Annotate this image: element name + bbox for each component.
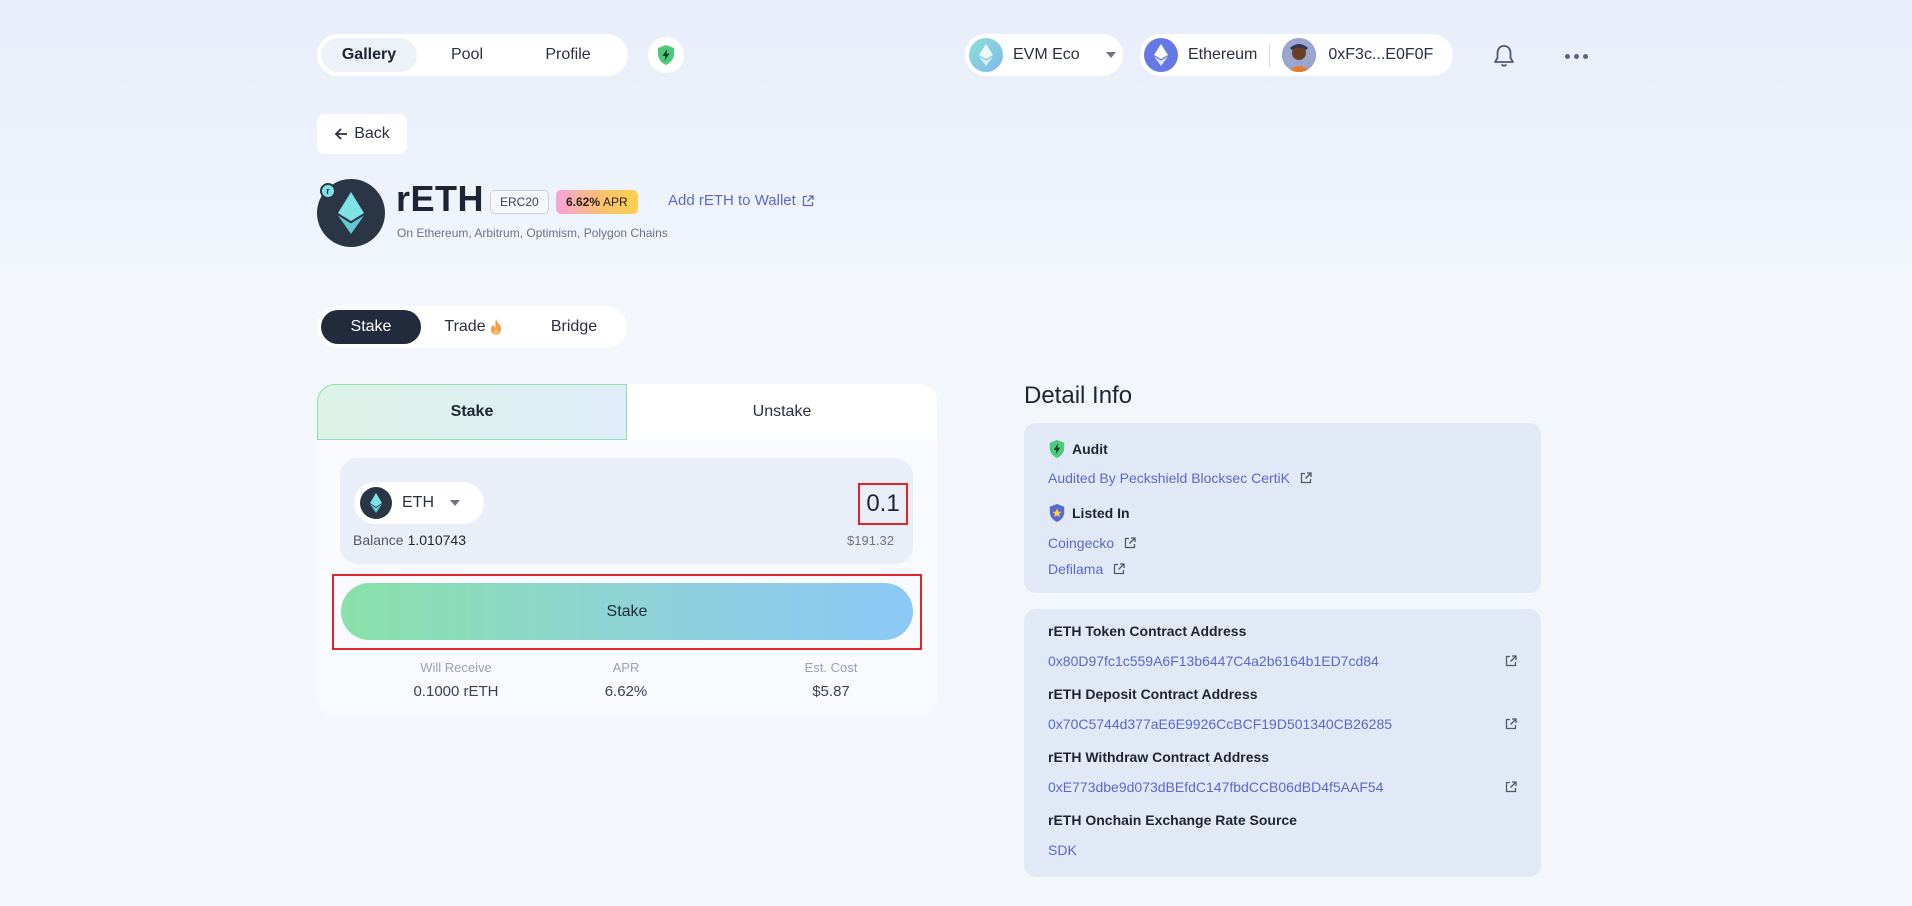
chevron-down-icon [450, 500, 460, 506]
external-link-icon [1125, 537, 1136, 549]
bell-icon [1494, 45, 1514, 67]
back-button[interactable]: Back [317, 114, 407, 154]
ecosystem-selector[interactable]: EVM Eco [965, 34, 1123, 76]
stat-est-cost: Est. Cost $5.87 [751, 660, 911, 700]
arrow-left-icon [334, 128, 348, 140]
apr-badge-value: 6.62% [566, 195, 601, 209]
deposit-contract-label: rETH Deposit Contract Address [1048, 686, 1258, 702]
audit-panel: Audit Audited By Peckshield Blocksec Cer… [1024, 423, 1541, 593]
stat-label: Will Receive [420, 660, 492, 675]
stat-label: APR [612, 660, 640, 675]
action-tabs: Stake Trade Bridge [317, 306, 627, 348]
token-selector-label: ETH [402, 494, 434, 511]
apr-badge: 6.62% APR [556, 190, 638, 214]
token-name: rETH [396, 178, 485, 219]
add-to-wallet-label: Add rETH to Wallet [668, 192, 796, 209]
eth-icon [360, 487, 392, 519]
amount-input[interactable]: 0.1 [858, 483, 908, 525]
contracts-panel: rETH Token Contract Address 0x80D97fc1c5… [1024, 609, 1541, 877]
rate-source-label: rETH Onchain Exchange Rate Source [1048, 812, 1297, 828]
balance-value: 1.010743 [407, 532, 466, 548]
withdraw-contract-label: rETH Withdraw Contract Address [1048, 749, 1270, 765]
stat-apr: APR 6.62% [546, 660, 706, 700]
stake-button[interactable]: Stake [341, 583, 913, 640]
token-contract-label: rETH Token Contract Address [1048, 623, 1247, 639]
security-shield-button[interactable] [648, 37, 684, 73]
add-to-wallet-link[interactable]: Add rETH to Wallet [668, 192, 814, 209]
network-label[interactable]: Ethereum [1188, 46, 1257, 64]
wallet-chip: Ethereum 0xF3c...E0F0F [1140, 34, 1453, 76]
chevron-down-icon [1105, 52, 1116, 58]
token-selector[interactable]: ETH [354, 482, 484, 524]
notifications-button[interactable] [1488, 40, 1520, 72]
segment-stake[interactable]: Stake [317, 384, 627, 440]
avatar[interactable] [1282, 38, 1317, 72]
supported-chains: On Ethereum, Arbitrum, Optimism, Polygon… [397, 226, 668, 240]
listed-heading: Listed In [1048, 503, 1130, 523]
coingecko-label: Coingecko [1048, 535, 1115, 551]
segment-unstake[interactable]: Unstake [627, 384, 937, 440]
audit-heading: Audit [1048, 439, 1108, 459]
stat-value: $5.87 [812, 683, 850, 700]
rate-source-value[interactable]: SDK [1048, 842, 1077, 858]
tab-stake[interactable]: Stake [321, 310, 421, 344]
listed-title: Listed In [1072, 505, 1130, 521]
dot-icon [1582, 53, 1588, 59]
token-standard-badge: ERC20 [490, 190, 549, 214]
back-label: Back [354, 125, 390, 142]
nav-tab-pool[interactable]: Pool [417, 38, 517, 72]
external-link-icon[interactable] [1505, 718, 1517, 730]
fire-icon [490, 319, 501, 335]
stat-value: 6.62% [604, 683, 648, 700]
audit-title: Audit [1072, 441, 1108, 457]
tab-trade[interactable]: Trade [421, 310, 525, 344]
wallet-address[interactable]: 0xF3c...E0F0F [1328, 46, 1433, 64]
apr-badge-label: APR [603, 195, 628, 209]
stat-label: Est. Cost [804, 660, 858, 675]
ethereum-icon [1144, 38, 1178, 72]
audit-link[interactable]: Audited By Peckshield Blocksec CertiK [1048, 470, 1312, 486]
deposit-contract-address[interactable]: 0x70C5744d377aE6E9926CcBCF19D501340CB262… [1048, 716, 1392, 732]
detail-info-title: Detail Info [1024, 382, 1133, 409]
reth-r-badge: r [320, 183, 336, 199]
external-link-icon [802, 194, 814, 206]
stat-value: 0.1000 rETH [413, 683, 499, 700]
audit-text: Audited By Peckshield Blocksec CertiK [1048, 470, 1290, 486]
external-link-icon [1300, 472, 1312, 484]
stat-will-receive: Will Receive 0.1000 rETH [376, 660, 536, 700]
main-nav: Gallery Pool Profile [317, 34, 628, 76]
balance-label: Balance [353, 532, 404, 548]
dot-icon [1564, 53, 1570, 59]
shield-bolt-icon [1049, 440, 1065, 458]
defilama-label: Defilama [1048, 561, 1104, 577]
balance: Balance 1.010743 [353, 532, 466, 548]
token-contract-address[interactable]: 0x80D97fc1c559A6F13b6447C4a2b6164b1ED7cd… [1048, 653, 1379, 669]
defilama-link[interactable]: Defilama [1048, 561, 1125, 577]
withdraw-contract-address[interactable]: 0xE773dbe9d073dBEfdC147fbdCCB06dBD4f5AAF… [1048, 779, 1383, 795]
external-link-icon[interactable] [1505, 655, 1517, 667]
more-options-button[interactable] [1558, 40, 1594, 72]
header-background [0, 0, 1912, 272]
ethereum-icon [338, 192, 364, 234]
dot-icon [1573, 53, 1579, 59]
shield-star-icon [1049, 504, 1065, 522]
tab-trade-label: Trade [444, 318, 486, 335]
ecosystem-label: EVM Eco [1013, 46, 1080, 63]
evm-eco-icon [969, 38, 1003, 72]
nav-tab-gallery[interactable]: Gallery [321, 38, 417, 72]
chip-divider [1269, 43, 1271, 67]
tab-bridge[interactable]: Bridge [525, 310, 623, 344]
coingecko-link[interactable]: Coingecko [1048, 535, 1136, 551]
nav-tab-profile[interactable]: Profile [517, 38, 619, 72]
usd-value: $191.32 [847, 533, 894, 548]
shield-bolt-icon [658, 45, 674, 65]
external-link-icon[interactable] [1505, 781, 1517, 793]
external-link-icon [1114, 563, 1125, 575]
